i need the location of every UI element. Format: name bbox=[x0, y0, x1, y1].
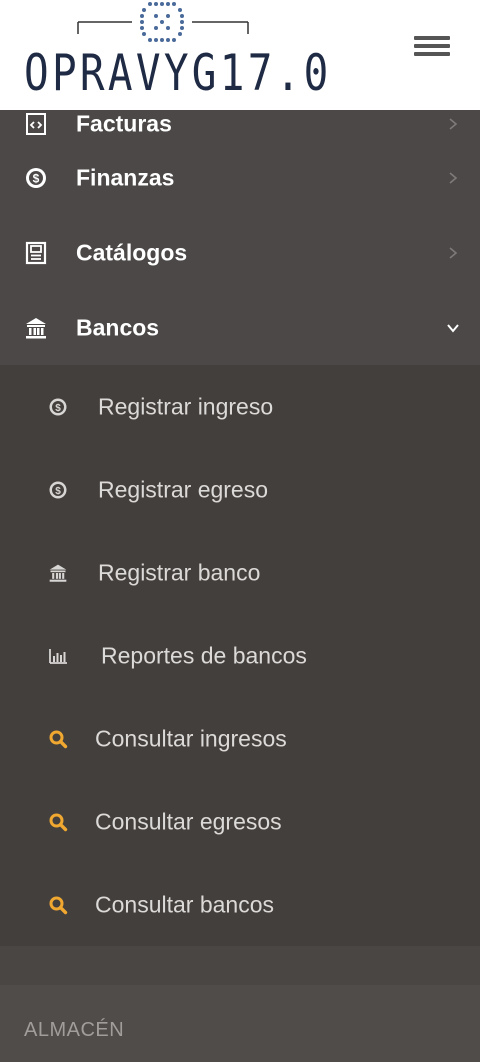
sidebar-menu: Facturas $ Finanzas Catálogos Bancos $ R… bbox=[0, 110, 480, 946]
bank-icon bbox=[26, 317, 46, 338]
sidebar-item-label: Facturas bbox=[76, 110, 172, 137]
menu-toggle-button[interactable] bbox=[414, 36, 450, 62]
sidebar-item-label: Bancos bbox=[76, 314, 160, 340]
submenu-item-consultar-ingresos[interactable]: Consultar ingresos bbox=[0, 697, 480, 780]
submenu-item-consultar-bancos[interactable]: Consultar bancos bbox=[0, 863, 480, 946]
sidebar-item-label: Catálogos bbox=[76, 239, 188, 265]
sidebar-item-finanzas[interactable]: $ Finanzas bbox=[0, 140, 480, 215]
bar-chart-icon bbox=[49, 648, 67, 664]
dollar-circle-icon: $ bbox=[26, 167, 46, 188]
invoice-icon bbox=[26, 113, 46, 135]
logo-emblem-icon bbox=[77, 2, 249, 42]
submenu-item-label: Consultar bancos bbox=[95, 891, 274, 917]
sidebar-item-catalogos[interactable]: Catálogos bbox=[0, 215, 480, 290]
hamburger-bar bbox=[414, 44, 450, 48]
chevron-right-icon bbox=[449, 246, 458, 259]
submenu-item-registrar-egreso[interactable]: $ Registrar egreso bbox=[0, 448, 480, 531]
section-header-label: ALMACÉN bbox=[24, 1019, 125, 1041]
search-icon bbox=[49, 730, 68, 748]
submenu-item-label: Consultar egresos bbox=[95, 808, 282, 834]
submenu-item-registrar-ingreso[interactable]: $ Registrar ingreso bbox=[0, 365, 480, 448]
submenu-item-label: Reportes de bancos bbox=[101, 642, 307, 668]
hamburger-bar bbox=[414, 52, 450, 56]
dollar-circle-icon: $ bbox=[49, 398, 67, 415]
app-header: OPRAVYG17.0 bbox=[0, 0, 480, 110]
catalog-icon bbox=[25, 241, 47, 264]
submenu-item-reportes-de-bancos[interactable]: Reportes de bancos bbox=[0, 614, 480, 697]
bank-icon bbox=[49, 564, 67, 582]
hamburger-bar bbox=[414, 36, 450, 40]
svg-text:$: $ bbox=[55, 402, 61, 413]
brand-logo-text: OPRAVYG17.0 bbox=[24, 44, 332, 102]
chevron-right-icon bbox=[449, 118, 458, 130]
bancos-submenu: $ Registrar ingreso $ Registrar egreso R… bbox=[0, 365, 480, 946]
search-icon bbox=[49, 813, 68, 831]
svg-text:$: $ bbox=[33, 171, 40, 185]
submenu-item-label: Registrar egreso bbox=[98, 476, 269, 502]
chevron-down-icon bbox=[447, 323, 459, 333]
dollar-circle-icon: $ bbox=[49, 481, 67, 498]
brand-logo[interactable]: OPRAVYG17.0 bbox=[22, 0, 328, 108]
search-icon bbox=[49, 896, 68, 914]
svg-text:$: $ bbox=[55, 485, 61, 496]
submenu-item-label: Registrar banco bbox=[98, 559, 261, 585]
submenu-item-consultar-egresos[interactable]: Consultar egresos bbox=[0, 780, 480, 863]
sidebar-item-facturas[interactable]: Facturas bbox=[0, 110, 480, 140]
sidebar-item-label: Finanzas bbox=[76, 164, 175, 190]
section-header-almacen: ALMACÉN bbox=[0, 985, 480, 1062]
sidebar-item-bancos[interactable]: Bancos bbox=[0, 290, 480, 365]
submenu-item-registrar-banco[interactable]: Registrar banco bbox=[0, 531, 480, 614]
chevron-right-icon bbox=[449, 171, 458, 184]
submenu-item-label: Consultar ingresos bbox=[95, 725, 287, 751]
submenu-item-label: Registrar ingreso bbox=[98, 393, 274, 419]
